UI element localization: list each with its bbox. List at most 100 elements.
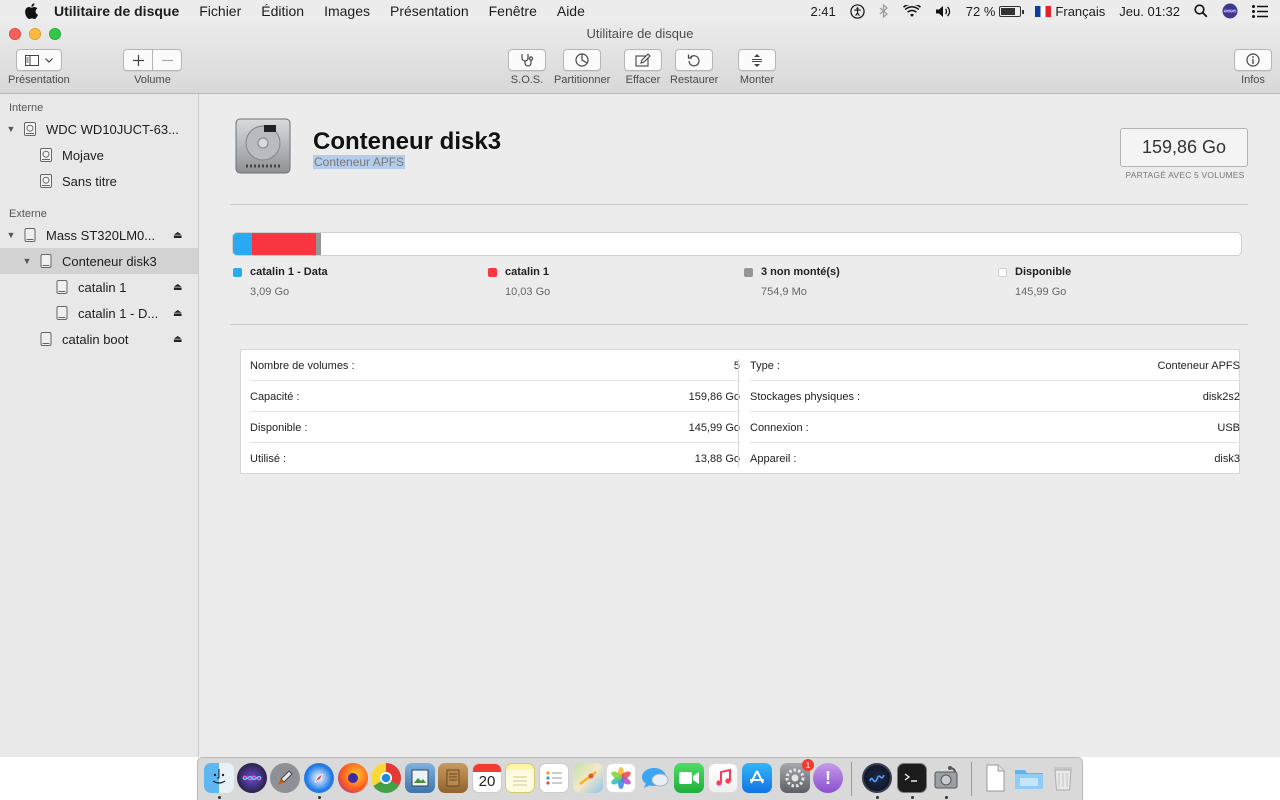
sidebar-item-mojave[interactable]: Mojave (0, 142, 198, 168)
info-key: Disponible : (250, 422, 308, 434)
sidebar-section-external: Externe (9, 208, 47, 220)
apple-menu-icon[interactable] (20, 3, 42, 19)
menu-images[interactable]: Images (314, 3, 380, 19)
app-store-icon[interactable] (742, 763, 772, 793)
wifi-icon[interactable] (896, 4, 928, 18)
legend-value: 754,9 Mo (761, 286, 807, 298)
feedback-icon[interactable]: ! (813, 763, 843, 793)
info-row: Utilisé : 13,88 Go (250, 443, 740, 474)
disk-utility-icon[interactable] (931, 763, 961, 793)
menu-aide[interactable]: Aide (547, 3, 595, 19)
calendar-icon[interactable]: 20 (472, 763, 502, 793)
menu-bar: Utilitaire de disque Fichier Édition Ima… (0, 0, 1280, 22)
first-aid-label: S.O.S. (510, 74, 544, 86)
notes-icon[interactable] (505, 763, 535, 793)
add-volume-button[interactable] (123, 49, 153, 71)
menubar-clock[interactable]: Jeu. 01:32 (1112, 4, 1187, 19)
info-key: Nombre de volumes : (250, 360, 355, 372)
siri-icon[interactable] (237, 763, 267, 793)
preview-icon[interactable] (405, 763, 435, 793)
spotlight-icon[interactable] (1187, 4, 1215, 18)
info-key: Stockages physiques : (750, 391, 861, 403)
volume-label: Volume (134, 74, 171, 86)
notification-center-icon[interactable] (1245, 4, 1280, 18)
sidebar-item-internal-disk[interactable]: ▼ WDC WD10JUCT-63... (0, 116, 198, 142)
partition-group: Partitionner (554, 49, 610, 86)
system-preferences-icon[interactable]: 1 (780, 759, 814, 793)
sidebar-item-container-disk3[interactable]: ▼ Conteneur disk3 (0, 248, 198, 274)
music-icon[interactable] (708, 763, 738, 793)
finder-icon[interactable] (204, 763, 234, 793)
external-disk-icon (22, 227, 38, 243)
legend-swatch (488, 268, 497, 277)
info-row: Capacité : 159,86 Go (250, 381, 740, 412)
input-source[interactable]: Français (1028, 4, 1112, 19)
volume-icon[interactable] (928, 5, 959, 18)
sidebar-item-catalin-1[interactable]: catalin 1 ⏏ (0, 274, 198, 300)
partition-button[interactable] (563, 49, 602, 71)
bluetooth-icon[interactable] (872, 4, 896, 18)
info-row: Nombre de volumes : 5 (250, 350, 740, 381)
menu-presentation[interactable]: Présentation (380, 3, 479, 19)
eject-icon[interactable]: ⏏ (173, 230, 182, 241)
erase-button[interactable] (624, 49, 662, 71)
eject-icon[interactable]: ⏏ (173, 334, 182, 345)
messages-icon[interactable] (640, 763, 670, 793)
input-source-label: Français (1055, 3, 1106, 19)
info-button[interactable] (1234, 49, 1272, 71)
erase-pencil-icon (635, 53, 651, 67)
volume-icon (38, 173, 54, 189)
sidebar-item-sans-titre[interactable]: Sans titre (0, 168, 198, 194)
facetime-icon[interactable] (674, 763, 704, 793)
running-indicator (218, 796, 221, 799)
notefile-icon[interactable] (438, 763, 468, 793)
chrome-icon[interactable] (371, 763, 401, 793)
siri-icon[interactable] (1215, 3, 1245, 19)
battery-status[interactable]: 72 % (959, 4, 1029, 19)
running-indicator (945, 796, 948, 799)
sidebar-item-catalin-1-data[interactable]: catalin 1 - D... ⏏ (0, 300, 198, 326)
app-menu[interactable]: Utilitaire de disque (54, 3, 189, 19)
info-label: Infos (1241, 74, 1265, 86)
usage-segment (252, 233, 316, 255)
info-value: Conteneur APFS (1157, 360, 1240, 372)
status-area: 2:41 72 % Français Jeu. 01:32 (803, 0, 1280, 22)
stethoscope-icon (519, 53, 535, 67)
sidebar-item-label: Mass ST320LM0... (46, 227, 156, 243)
eject-icon[interactable]: ⏏ (173, 282, 182, 293)
french-flag-icon (1035, 5, 1052, 17)
column-divider (738, 359, 739, 467)
restore-button[interactable] (675, 49, 714, 71)
disclosure-triangle-icon[interactable]: ▼ (6, 124, 16, 134)
document-icon[interactable] (980, 763, 1010, 793)
eject-icon[interactable]: ⏏ (173, 308, 182, 319)
menu-fichier[interactable]: Fichier (189, 3, 251, 19)
safari-icon[interactable] (304, 763, 334, 793)
partition-pie-icon (575, 53, 589, 67)
reminders-icon[interactable] (539, 763, 569, 793)
presentation-button[interactable] (15, 49, 62, 71)
firefox-icon[interactable] (338, 763, 368, 793)
first-aid-button[interactable] (508, 49, 546, 71)
disclosure-triangle-icon[interactable]: ▼ (6, 230, 16, 240)
instruments-icon[interactable] (862, 763, 892, 793)
time-indicator[interactable]: 2:41 (803, 4, 842, 19)
legend-value: 3,09 Go (250, 286, 290, 298)
disclosure-triangle-icon[interactable]: ▼ (22, 256, 32, 266)
accessibility-icon[interactable] (843, 3, 872, 19)
photos-icon[interactable] (606, 763, 636, 793)
remove-volume-button[interactable] (153, 49, 182, 71)
terminal-icon[interactable] (897, 763, 927, 793)
launchpad-icon[interactable] (270, 763, 300, 793)
first-aid-group: S.O.S. (508, 49, 546, 86)
menu-edition[interactable]: Édition (251, 3, 314, 19)
folder-icon[interactable] (1014, 763, 1044, 793)
sidebar-item-catalin-boot[interactable]: catalin boot ⏏ (0, 326, 198, 352)
sidebar: Interne ▼ WDC WD10JUCT-63... Mojave Sans… (0, 94, 199, 757)
mount-button[interactable] (738, 49, 776, 71)
trash-icon[interactable] (1048, 763, 1078, 793)
dock: 20 1 ! (197, 757, 1083, 800)
maps-icon[interactable] (573, 763, 603, 793)
menu-fenetre[interactable]: Fenêtre (479, 3, 547, 19)
sidebar-item-external-disk[interactable]: ▼ Mass ST320LM0... ⏏ (0, 222, 198, 248)
